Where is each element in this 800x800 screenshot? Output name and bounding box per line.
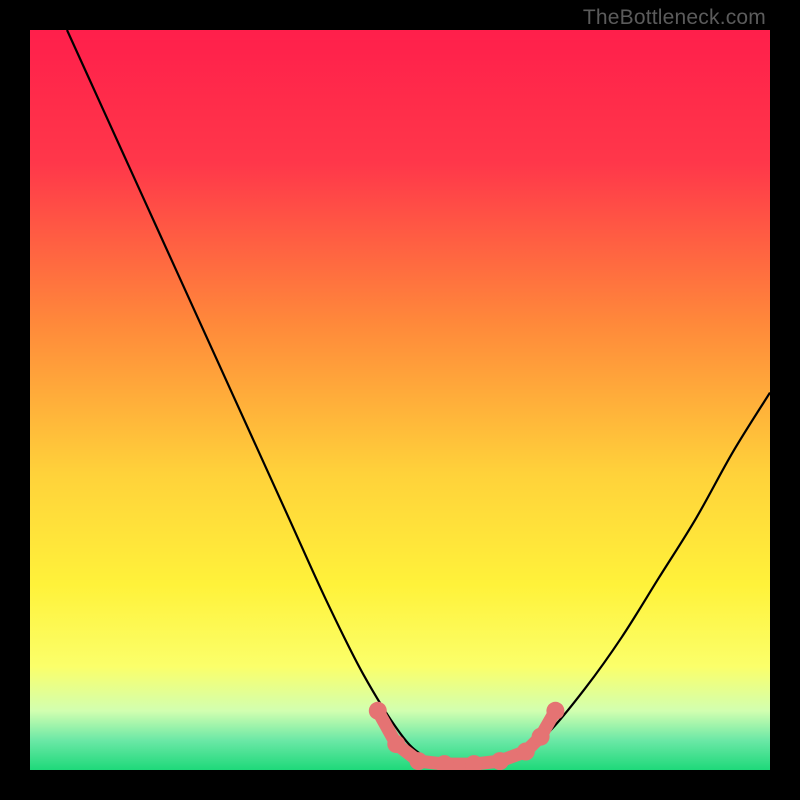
dip-markers-group [369,702,565,770]
watermark-label: TheBottleneck.com [583,6,766,30]
dip-marker-dot [387,735,405,753]
dip-marker-dot [546,702,564,720]
dip-marker-dot [517,743,535,761]
dip-marker-dot [410,752,428,770]
bottleneck-curve-line [67,30,770,763]
chart-curve-layer [30,30,770,770]
dip-marker-dot [491,752,509,770]
chart-plot-area [30,30,770,770]
chart-frame: TheBottleneck.com [0,0,800,800]
dip-marker-dot [369,702,387,720]
dip-marker-dot [532,728,550,746]
